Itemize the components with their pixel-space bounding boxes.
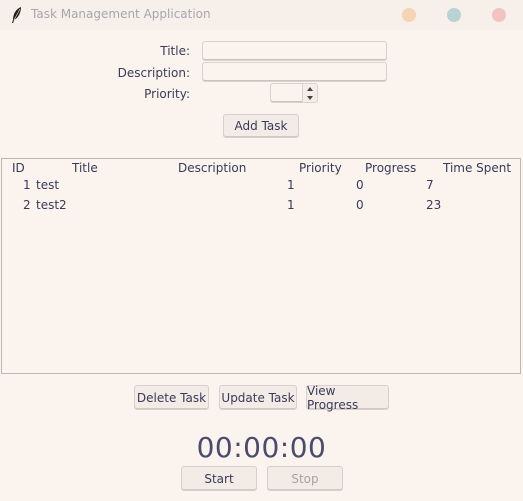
column-header-priority[interactable]: Priority: [299, 161, 342, 175]
add-task-button[interactable]: Add Task: [223, 114, 299, 138]
priority-label: Priority:: [144, 87, 190, 101]
title-input[interactable]: [202, 41, 387, 61]
cell-time-spent: 7: [426, 178, 434, 192]
minimize-button[interactable]: [402, 8, 416, 22]
window-title: Task Management Application: [31, 7, 211, 21]
cell-progress: 0: [356, 178, 364, 192]
spin-up-button[interactable]: [303, 84, 317, 93]
app-window: Task Management Application Title: Descr…: [0, 0, 523, 501]
cell-time-spent: 23: [426, 198, 442, 212]
update-task-button[interactable]: Update Task: [219, 385, 297, 410]
cell-title: test2: [36, 198, 67, 212]
close-button[interactable]: [492, 8, 506, 22]
start-button[interactable]: Start: [181, 466, 257, 491]
arrow-up-icon: [307, 86, 313, 91]
column-header-time-spent[interactable]: Time Spent: [443, 161, 511, 175]
task-table[interactable]: ID Title Description Priority Progress T…: [1, 158, 521, 374]
title-bar[interactable]: Task Management Application: [0, 0, 523, 30]
column-header-title[interactable]: Title: [72, 161, 98, 175]
cell-id: 2: [23, 198, 31, 212]
cell-title: test: [36, 178, 60, 192]
priority-field[interactable]: [270, 83, 303, 103]
column-header-id[interactable]: ID: [12, 161, 25, 175]
description-input[interactable]: [202, 62, 387, 82]
cell-id: 1: [23, 178, 31, 192]
view-progress-button[interactable]: View Progress: [306, 384, 389, 412]
column-header-progress[interactable]: Progress: [365, 161, 416, 175]
feather-icon: [12, 7, 21, 23]
spin-down-button[interactable]: [303, 93, 317, 102]
timer-display: 00:00:00: [196, 431, 327, 464]
cell-priority: 1: [287, 178, 295, 192]
maximize-button[interactable]: [447, 8, 461, 22]
arrow-down-icon: [307, 95, 313, 100]
column-header-description[interactable]: Description: [178, 161, 246, 175]
stop-button[interactable]: Stop: [267, 466, 343, 491]
title-label: Title:: [160, 44, 190, 58]
cell-priority: 1: [287, 198, 295, 212]
description-label: Description:: [117, 66, 190, 80]
priority-stepper[interactable]: [302, 83, 318, 103]
delete-task-button[interactable]: Delete Task: [134, 385, 209, 410]
priority-spinbox[interactable]: [270, 83, 318, 103]
cell-progress: 0: [356, 198, 364, 212]
